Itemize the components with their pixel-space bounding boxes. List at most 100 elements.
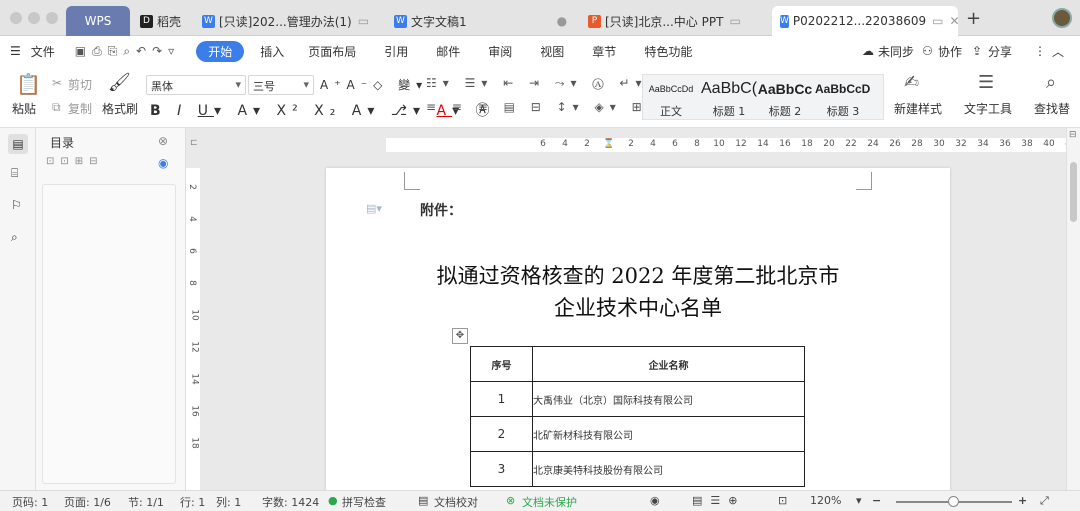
tab-daoke[interactable]: D 稻壳 [132, 6, 190, 36]
search-icon[interactable]: ⌕ [1046, 72, 1056, 93]
style-heading-1[interactable]: AaBbC(标题 1 [701, 77, 757, 119]
new-style-icon[interactable]: ✍ [904, 72, 919, 93]
indent-marker-icon[interactable]: ⌛ [598, 139, 620, 149]
text-tools-button[interactable]: 文字工具 [964, 100, 1012, 117]
scrollbar-thumb[interactable] [1070, 162, 1077, 222]
toc-expand-icons[interactable]: ⊡⊡⊞⊟ [46, 156, 104, 167]
view-mode-icons[interactable]: ▤☰⊕ [692, 494, 745, 507]
collapse-ribbon-icon[interactable]: ︿ [1052, 43, 1064, 60]
ruler-tick: 18 [189, 437, 200, 449]
ruler-tick: 2 [584, 139, 590, 149]
status-pages[interactable]: 页面: 1/6 [64, 494, 111, 510]
format-painter-icon[interactable]: 🖌 [108, 72, 131, 93]
ruler-tick: 32 [955, 139, 967, 149]
ruler-tick: 16 [779, 139, 791, 149]
ruler-tick: 30 [933, 139, 945, 149]
cut-button[interactable]: 剪切 [68, 76, 92, 93]
menu-page-layout[interactable]: 页面布局 [294, 43, 370, 60]
menu-start[interactable]: 开始 [196, 40, 245, 62]
copy-button[interactable]: 复制 [68, 100, 92, 117]
ruler-tick: 2 [628, 139, 634, 149]
zoom-window-button[interactable] [46, 12, 58, 24]
toc-settings-icon[interactable]: ◉ [158, 156, 168, 170]
paragraph-icon[interactable]: ▤▾ [366, 202, 382, 215]
menu-view[interactable]: 视图 [526, 43, 578, 60]
company-table: 序号 企业名称 1 大禹伟业（北京）国际科技有限公司 2 北矿新材科技有限公司 … [470, 346, 805, 487]
close-panel-icon[interactable]: ⊗ [158, 134, 168, 148]
proofread-icon: ▤ [418, 494, 429, 507]
font-size-select[interactable]: 三号 ▾ [248, 75, 314, 95]
close-tab-icon[interactable]: ✕ [949, 14, 958, 28]
menu-special-features[interactable]: 特色功能 [630, 43, 706, 60]
close-window-button[interactable] [10, 12, 22, 24]
hamburger-icon[interactable]: ☰ [0, 44, 31, 58]
minimize-window-button[interactable] [28, 12, 40, 24]
copy-icon[interactable]: ⧉ [52, 100, 61, 115]
menu-chapter[interactable]: 章节 [578, 43, 630, 60]
tab-ppt[interactable]: P [只读]北京...中心 PPT ▭ [580, 6, 768, 36]
collab-button[interactable]: 协作 [938, 43, 962, 60]
eye-protect-icon[interactable]: ◉ [650, 494, 660, 507]
cloud-sync-icon: ☁ [862, 44, 874, 58]
style-heading-3[interactable]: AaBbCcD(标题 3 [815, 77, 871, 119]
fit-page-icon[interactable]: ⊡ [778, 494, 787, 507]
style-preview: AaBbC( [701, 80, 757, 97]
style-gallery: AaBbCcDd 正文 AaBbC(标题 1 AaBbCc 标题 2 AaBbCcD… [642, 74, 884, 120]
zoom-in-icon[interactable]: + [1018, 494, 1027, 507]
outline-view-icon[interactable]: ▤ [8, 134, 28, 154]
text-tools-icon[interactable]: ☰ [978, 72, 994, 93]
table-row: 3 北京康美特科技股份有限公司 [470, 451, 805, 487]
chapter-nav-icon[interactable]: ⌸ [11, 166, 18, 181]
quick-access-icons[interactable]: ▣⎙⎘⌕↶↷▿ [65, 44, 190, 59]
more-icon[interactable]: ⋮ [1034, 44, 1046, 58]
zoom-dropdown-icon[interactable]: ▾ [856, 494, 862, 507]
horizontal-ruler: 6 4 2 ⌛ 2 4 6 8 10 12 14 16 18 20 22 24 26 28 30 32 34 36 38 40… [386, 138, 1066, 152]
menu-review[interactable]: 审阅 [474, 43, 526, 60]
protect-status[interactable]: 文档未保护 [522, 494, 577, 510]
row-no: 2 [470, 416, 533, 452]
format-painter-button[interactable]: 格式刷 [102, 100, 138, 117]
find-replace-button[interactable]: 查找替 [1034, 100, 1070, 117]
tab-doc-draft[interactable]: W 文字文稿1 ● [386, 6, 576, 36]
scroll-top-icon[interactable]: ⊟ [1069, 130, 1077, 140]
new-style-button[interactable]: 新建样式 [894, 100, 942, 117]
menu-reference[interactable]: 引用 [370, 43, 422, 60]
font-size-adjust-icons[interactable]: A⁺A⁻◇ 變▾ [320, 76, 428, 93]
tab-wps-home[interactable]: WPS [66, 6, 130, 36]
ruler-toggle-icon[interactable]: ⊏ [190, 138, 198, 148]
proofread-button[interactable]: 文档校对 [434, 494, 478, 510]
paste-button[interactable]: 粘贴 [12, 100, 36, 117]
list-indent-icons[interactable]: ☷▾ ☰▾ ⇤ ⇥ ⤳▾ Ⓐ ↵▾ ⊟ [426, 76, 673, 91]
zoom-out-icon[interactable]: − [872, 494, 881, 507]
document-page: ▤▾ 附件： 拟通过资格核查的 2022 年度第二批北京市 企业技术中心名单 ✥… [326, 168, 950, 490]
sync-status[interactable]: 未同步 [878, 43, 914, 60]
alignment-icons[interactable]: ≡ ≡ ≡ ▤ ⊟ ↕▾ ◈▾ ⊞▾ [426, 100, 660, 114]
bookmark-icon[interactable]: ⚐ [11, 198, 22, 212]
menu-mail[interactable]: 邮件 [422, 43, 474, 60]
status-bar: 页码: 1 页面: 1/6 节: 1/1 行: 1 列: 1 字数: 1424 … [0, 490, 1080, 511]
search-icon[interactable]: ⌕ [11, 230, 18, 245]
new-tab-icon[interactable]: + [966, 8, 981, 29]
doc-title-line-2: 企业技术中心名单 [554, 296, 722, 320]
zoom-slider-handle[interactable] [948, 496, 959, 507]
zoom-level[interactable]: 120% [810, 494, 841, 507]
scissors-icon[interactable]: ✂ [52, 76, 62, 90]
font-name-select[interactable]: 黑体 ▾ [146, 75, 246, 95]
vertical-scrollbar[interactable]: ⊟ [1066, 128, 1080, 490]
style-heading-2[interactable]: AaBbCc 标题 2 [757, 77, 813, 119]
share-button[interactable]: 分享 [988, 43, 1012, 60]
style-normal[interactable]: AaBbCcDd 正文 [643, 77, 699, 119]
paste-icon[interactable]: 📋 [16, 72, 41, 96]
toc-title: 目录 [50, 136, 75, 150]
spell-check-button[interactable]: 拼写检查 [342, 494, 386, 510]
fullscreen-icon[interactable]: ⤢ [1040, 494, 1049, 508]
tab-active-doc[interactable]: W P0202212...22038609 ▭ ✕ [772, 6, 958, 36]
status-page-number[interactable]: 页码: 1 [12, 494, 48, 510]
avatar[interactable] [1052, 8, 1072, 28]
tab-doc-regulation[interactable]: W [只读]202...管理办法(1) ▭ [194, 6, 382, 36]
status-word-count[interactable]: 字数: 1424 [262, 494, 319, 510]
ruler-tick: 28 [911, 139, 923, 149]
menu-insert[interactable]: 插入 [250, 43, 294, 60]
table-move-handle-icon[interactable]: ✥ [452, 328, 468, 344]
menu-file[interactable]: 文件 [31, 43, 65, 60]
